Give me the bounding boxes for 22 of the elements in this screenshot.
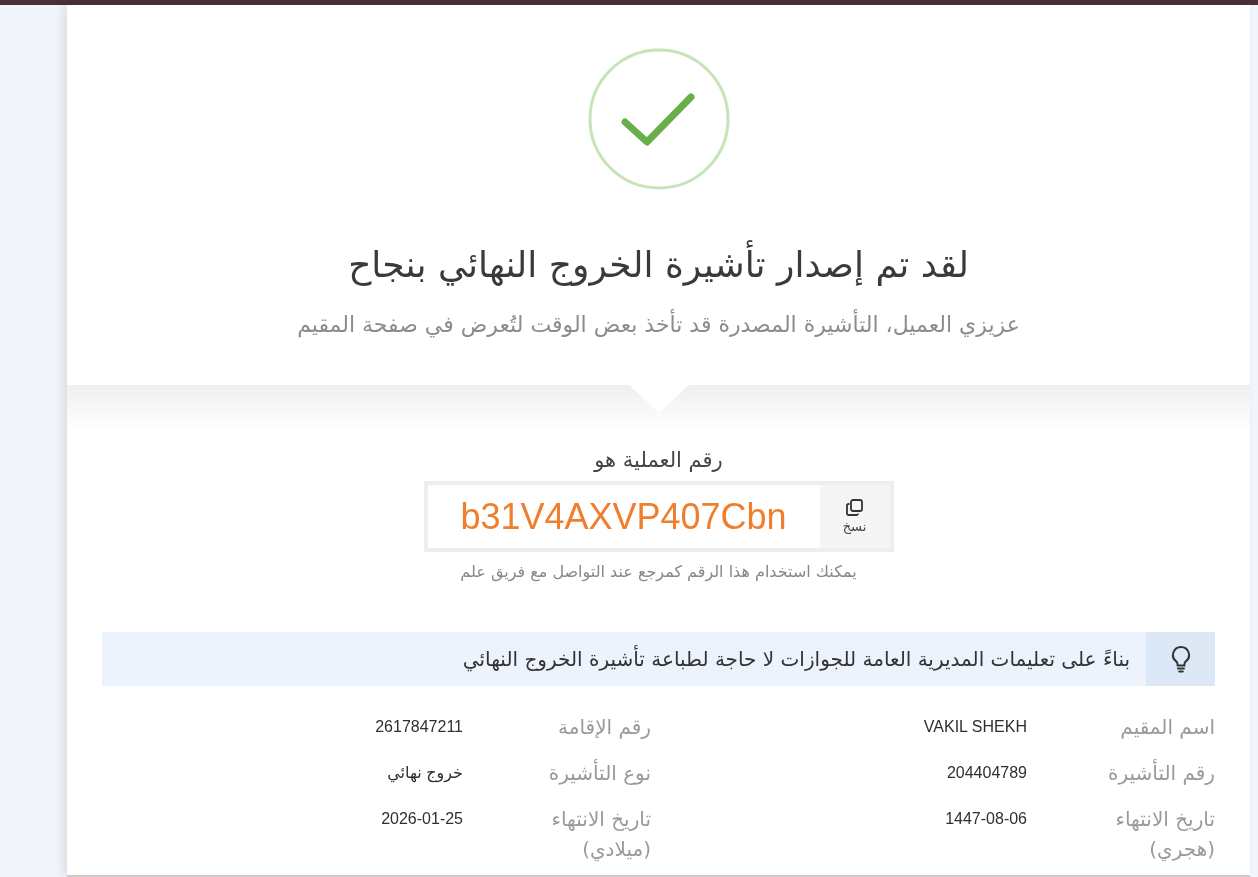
field-value: 204404789 [946, 763, 1027, 783]
field-label: رقم التأشيرة [1108, 758, 1215, 787]
field-value: خروج نهائي [387, 763, 463, 785]
field-label: تاريخ الانتهاء (ميلادي) [550, 806, 651, 864]
lightbulb-icon [1170, 645, 1191, 673]
success-title: لقد تم إصدار تأشيرة الخروج النهائي بنجاح [348, 242, 969, 288]
field-label: اسم المقيم [1120, 714, 1215, 741]
field-value: 2617847211 [375, 717, 463, 737]
transaction-label: رقم العملية هو [594, 447, 723, 474]
transaction-number: b31V4AXVP407Cbn [460, 495, 787, 538]
field-label: تاريخ الانتهاء (هجري) [1114, 806, 1215, 864]
field-value: VAKIL SHEKH [923, 717, 1027, 737]
success-subtitle: عزيزي العميل، التأشيرة المصدرة قد تأخذ بعض الوقت لتُعرض في صفحة المقيم [297, 310, 1020, 340]
field-label: نوع التأشيرة [548, 758, 651, 787]
field-label: رقم الإقامة [558, 714, 651, 741]
notice-text: بناءً على تعليمات المديرية العامة للجوازات لا حاجة لطباعة تأشيرة الخروج النهائي [462, 645, 1130, 673]
copy-icon [846, 498, 863, 516]
hint-text: يمكنك استخدام هذا الرقم كمرجع عند التواصل مع فريق علم [460, 561, 857, 583]
field-value: 2026-01-25 [381, 809, 463, 829]
success-check-icon [586, 47, 731, 191]
field-value: 1447-08-06 [945, 809, 1027, 829]
copy-button[interactable]: نسخ [819, 485, 890, 548]
